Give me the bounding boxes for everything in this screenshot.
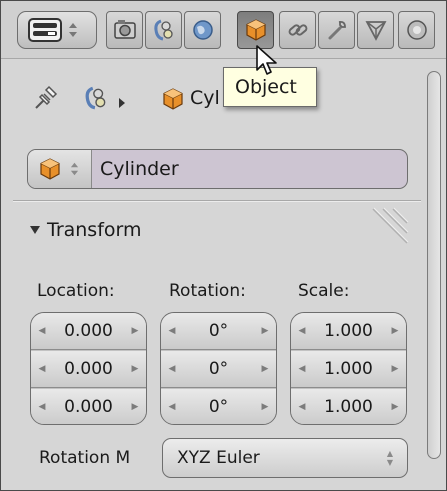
object-icon — [38, 157, 62, 186]
location-fields: ◀ 0.000 ▶ ◀ 0.000 ▶ ◀ 0.000 ▶ — [30, 312, 147, 425]
scale-label: Scale: — [298, 281, 350, 301]
panel-drag-handle[interactable] — [367, 207, 409, 250]
decrement-arrow-icon[interactable]: ◀ — [36, 389, 48, 424]
object-type-selector[interactable] — [28, 150, 92, 188]
increment-arrow-icon[interactable]: ▶ — [259, 351, 271, 387]
scale-y-value: 1.000 — [324, 359, 373, 379]
tab-render[interactable] — [106, 11, 143, 49]
increment-arrow-icon[interactable]: ▶ — [259, 389, 271, 424]
transform-panel-title: Transform — [47, 219, 142, 241]
rotation-z-field[interactable]: ◀ 0° ▶ — [161, 389, 276, 424]
properties-header — [1, 1, 446, 59]
scale-fields: ◀ 1.000 ▶ ◀ 1.000 ▶ ◀ 1.000 ▶ — [290, 312, 407, 425]
chevron-updown-icon: ▲ ▼ — [386, 449, 393, 467]
scrollbar[interactable] — [427, 71, 441, 459]
scale-y-field[interactable]: ◀ 1.000 ▶ — [291, 351, 406, 388]
material-icon — [406, 20, 427, 40]
increment-arrow-icon[interactable]: ▶ — [389, 313, 401, 349]
increment-arrow-icon[interactable]: ▶ — [129, 351, 141, 387]
decrement-arrow-icon[interactable]: ◀ — [296, 351, 308, 387]
object-data-icon — [365, 21, 386, 41]
rotation-mode-value: XYZ Euler — [177, 448, 260, 468]
section-divider — [13, 201, 421, 202]
decrement-arrow-icon[interactable]: ◀ — [296, 389, 308, 424]
decrement-arrow-icon[interactable]: ◀ — [166, 313, 178, 349]
breadcrumb-object-name: Cyl — [190, 87, 220, 109]
decrement-arrow-icon[interactable]: ◀ — [166, 389, 178, 424]
increment-arrow-icon[interactable]: ▶ — [389, 351, 401, 387]
tab-material[interactable] — [398, 11, 435, 49]
scale-x-field[interactable]: ◀ 1.000 ▶ — [291, 313, 406, 350]
tab-modifiers[interactable] — [318, 11, 355, 49]
tab-constraints[interactable] — [279, 11, 316, 49]
rotation-x-value: 0° — [208, 321, 229, 341]
editor-type-menu[interactable] — [17, 11, 97, 49]
rotation-y-value: 0° — [208, 359, 229, 379]
location-z-value: 0.000 — [64, 397, 113, 417]
location-y-field[interactable]: ◀ 0.000 ▶ — [31, 351, 146, 388]
scene-icon — [153, 19, 173, 41]
decrement-arrow-icon[interactable]: ◀ — [36, 313, 48, 349]
rotation-y-field[interactable]: ◀ 0° ▶ — [161, 351, 276, 388]
increment-arrow-icon[interactable]: ▶ — [259, 313, 271, 349]
chevron-right-icon — [118, 92, 126, 114]
location-label: Location: — [37, 281, 115, 301]
decrement-arrow-icon[interactable]: ◀ — [296, 313, 308, 349]
rotation-mode-label: Rotation M — [39, 448, 131, 468]
rotation-z-value: 0° — [208, 397, 229, 417]
rotation-label: Rotation: — [169, 281, 246, 301]
constraints-icon — [288, 24, 307, 36]
increment-arrow-icon[interactable]: ▶ — [129, 389, 141, 424]
object-icon — [161, 87, 185, 116]
world-icon — [192, 20, 213, 40]
location-x-field[interactable]: ◀ 0.000 ▶ — [31, 313, 146, 350]
modifiers-icon — [328, 20, 346, 40]
scale-z-field[interactable]: ◀ 1.000 ▶ — [291, 389, 406, 424]
rotation-x-field[interactable]: ◀ 0° ▶ — [161, 313, 276, 350]
location-y-value: 0.000 — [64, 359, 113, 379]
increment-arrow-icon[interactable]: ▶ — [389, 389, 401, 424]
tab-object-data[interactable] — [357, 11, 394, 49]
scale-x-value: 1.000 — [324, 321, 373, 341]
increment-arrow-icon[interactable]: ▶ — [129, 313, 141, 349]
scale-z-value: 1.000 — [324, 397, 373, 417]
pin-icon[interactable] — [33, 83, 61, 116]
transform-panel-header[interactable]: Transform — [29, 215, 142, 245]
object-name-field[interactable]: Cylinder — [27, 149, 408, 189]
chevron-updown-icon — [69, 23, 77, 37]
mouse-cursor-icon — [255, 45, 281, 84]
disclosure-triangle-icon — [30, 226, 40, 234]
tab-object[interactable] — [237, 11, 274, 49]
chevron-updown-icon — [70, 160, 79, 183]
location-z-field[interactable]: ◀ 0.000 ▶ — [31, 389, 146, 424]
editor-type-icon — [28, 18, 62, 42]
tab-scene[interactable] — [145, 11, 182, 49]
properties-editor: Cyl Cylinder Transform Location: Rotatio… — [0, 0, 447, 491]
decrement-arrow-icon[interactable]: ◀ — [166, 351, 178, 387]
render-icon — [113, 20, 136, 39]
scene-icon — [83, 85, 109, 116]
object-icon — [245, 19, 266, 41]
rotation-fields: ◀ 0° ▶ ◀ 0° ▶ ◀ 0° ▶ — [160, 312, 277, 425]
rotation-mode-dropdown[interactable]: XYZ Euler ▲ ▼ — [162, 438, 408, 478]
decrement-arrow-icon[interactable]: ◀ — [36, 351, 48, 387]
location-x-value: 0.000 — [64, 321, 113, 341]
tab-world[interactable] — [184, 11, 221, 49]
object-name-value: Cylinder — [100, 158, 179, 180]
